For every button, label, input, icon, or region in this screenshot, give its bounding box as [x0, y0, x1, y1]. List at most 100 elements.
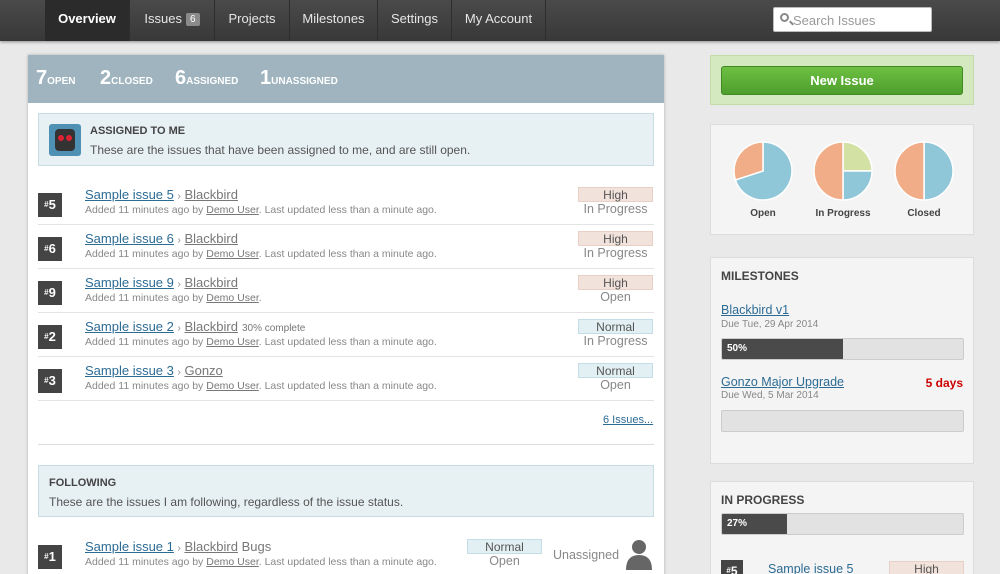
- robot-avatar-icon: [49, 124, 81, 156]
- issue-number: #2: [38, 325, 62, 349]
- stat-open-value: 7: [36, 67, 48, 89]
- issue-meta: Added 11 minutes ago by Demo User. Last …: [85, 248, 437, 260]
- chevron-right-icon: ›: [177, 323, 181, 334]
- search-input[interactable]: [793, 11, 928, 29]
- issue-number: #5: [721, 560, 743, 574]
- in-progress-bar: 27%: [721, 513, 964, 535]
- issue-number: #5: [38, 193, 62, 217]
- milestone-progress-bar: 50%: [721, 338, 964, 360]
- issue-user-link[interactable]: Demo User: [206, 556, 259, 568]
- pie-open: [733, 141, 793, 201]
- priority-badge: High: [578, 275, 653, 290]
- chevron-right-icon: ›: [177, 235, 181, 246]
- more-issues-link[interactable]: 6 Issues...: [603, 414, 653, 426]
- issue-number: #1: [38, 545, 62, 569]
- issue-user-link[interactable]: Demo User: [206, 336, 259, 348]
- issue-project-link[interactable]: Blackbird: [184, 319, 237, 334]
- pie-slice: [923, 141, 954, 201]
- following-header: Following These are the issues I am foll…: [38, 465, 654, 517]
- issue-title-link[interactable]: Sample issue 1: [85, 539, 174, 554]
- stat-open[interactable]: 7Open: [36, 67, 75, 90]
- milestone-link[interactable]: Blackbird v1: [721, 303, 789, 317]
- issue-project-link[interactable]: Blackbird: [184, 187, 237, 202]
- issue-title-link[interactable]: Sample issue 2: [85, 319, 174, 334]
- issue-project-link[interactable]: Blackbird: [184, 231, 237, 246]
- issues-count-badge: 6: [186, 13, 200, 26]
- issue-meta: Added 11 minutes ago by Demo User. Last …: [85, 380, 437, 392]
- priority-badge: Normal: [467, 539, 542, 554]
- milestone-progress-bar: [721, 410, 964, 432]
- issue-project-link[interactable]: Gonzo: [184, 363, 222, 378]
- issue-title-link[interactable]: Sample issue 3: [85, 363, 174, 378]
- pie-in-progress: [813, 141, 873, 201]
- issue-project-link[interactable]: Blackbird: [184, 275, 237, 290]
- nav-overview[interactable]: Overview: [45, 0, 130, 41]
- nav-issues[interactable]: Issues 6: [130, 0, 215, 41]
- issue-user-link[interactable]: Demo User: [206, 380, 259, 392]
- milestone-progress-fill: 50%: [722, 339, 843, 359]
- issue-project-link[interactable]: Blackbird: [184, 539, 237, 554]
- new-issue-box: New Issue: [710, 55, 974, 105]
- priority-badge: High: [889, 561, 964, 574]
- issue-status: In Progress: [583, 202, 648, 216]
- in-progress-heading: In Progress: [721, 493, 805, 507]
- pie-open-label: Open: [750, 208, 776, 219]
- milestone-link[interactable]: Gonzo Major Upgrade: [721, 375, 844, 389]
- issue-row: #5 Sample issue 5 › Blackbird Added 11 m…: [38, 181, 654, 225]
- issue-status: Open: [600, 378, 631, 392]
- stat-open-label: Open: [47, 76, 76, 87]
- status-pies-card: Open In Progress Closed: [710, 124, 974, 235]
- in-progress-card: In Progress 27% #5 Sample issue 5 High: [710, 481, 974, 574]
- milestones-card: Milestones Blackbird v1 Due Tue, 29 Apr …: [710, 257, 974, 464]
- milestones-heading: Milestones: [721, 269, 799, 283]
- issue-meta: Added 11 minutes ago by Demo User. Last …: [85, 336, 437, 348]
- priority-badge: High: [578, 187, 653, 202]
- stat-unassigned-value: 1: [260, 67, 272, 89]
- nav-my-account-label: My Account: [464, 11, 533, 26]
- milestone-due: Due Tue, 29 Apr 2014: [721, 319, 819, 330]
- following-heading: Following: [49, 477, 117, 489]
- nav-milestones[interactable]: Milestones: [290, 0, 378, 41]
- issue-user-link[interactable]: Demo User: [206, 204, 259, 216]
- chevron-right-icon: ›: [177, 191, 181, 202]
- stat-assigned[interactable]: 6Assigned: [175, 67, 238, 90]
- issue-number: #6: [38, 237, 62, 261]
- nav-my-account[interactable]: My Account: [452, 0, 546, 41]
- nav-overview-label: Overview: [58, 11, 116, 26]
- issue-title-link[interactable]: Sample issue 9: [85, 275, 174, 290]
- stat-unassigned[interactable]: 1Unassigned: [260, 67, 338, 90]
- milestone-overdue: 5 days: [925, 376, 963, 390]
- nav-projects-label: Projects: [228, 11, 276, 26]
- issue-title-link[interactable]: Sample issue 5: [85, 187, 174, 202]
- issue-meta: Added 11 minutes ago by Demo User. Last …: [85, 556, 437, 568]
- issue-title-link[interactable]: Sample issue 5: [768, 562, 853, 574]
- pie-closed-label: Closed: [907, 208, 941, 219]
- assigned-heading: Assigned to me: [90, 125, 186, 137]
- issue-category: Bugs: [241, 539, 272, 554]
- milestone-due: Due Wed, 5 Mar 2014: [721, 390, 819, 401]
- chevron-right-icon: ›: [177, 279, 181, 290]
- following-description: These are the issues I am following, reg…: [49, 495, 404, 509]
- issue-user-link[interactable]: Demo User: [206, 292, 259, 304]
- issues-panel: 7Open 2Closed 6Assigned 1Unassigned Assi…: [28, 55, 664, 574]
- issue-user-link[interactable]: Demo User: [206, 248, 259, 260]
- issue-status: Open: [600, 290, 631, 304]
- issue-meta: Added 11 minutes ago by Demo User.: [85, 292, 262, 304]
- issue-row: #1 Sample issue 1 › Blackbird Bugs Added…: [38, 533, 654, 574]
- top-nav: Overview Issues 6 Projects Milestones Set…: [0, 0, 1000, 41]
- issue-row: #9 Sample issue 9 › Blackbird Added 11 m…: [38, 269, 654, 313]
- issue-status: Open: [489, 554, 520, 568]
- search-icon: [780, 13, 789, 22]
- stat-closed[interactable]: 2Closed: [100, 67, 153, 90]
- nav-projects[interactable]: Projects: [215, 0, 290, 41]
- stat-closed-label: Closed: [111, 76, 153, 87]
- issue-row: #2 Sample issue 2 › Blackbird 30% complet…: [38, 313, 654, 357]
- pie-slice: [894, 141, 925, 201]
- nav-settings[interactable]: Settings: [378, 0, 452, 41]
- assigned-description: These are the issues that have been assi…: [90, 143, 471, 157]
- new-issue-button[interactable]: New Issue: [721, 66, 963, 95]
- issue-row: #3 Sample issue 3 › Gonzo Added 11 minut…: [38, 357, 654, 401]
- stats-bar: 7Open 2Closed 6Assigned 1Unassigned: [28, 55, 664, 103]
- pie-in-progress-label: In Progress: [815, 208, 871, 219]
- issue-title-link[interactable]: Sample issue 6: [85, 231, 174, 246]
